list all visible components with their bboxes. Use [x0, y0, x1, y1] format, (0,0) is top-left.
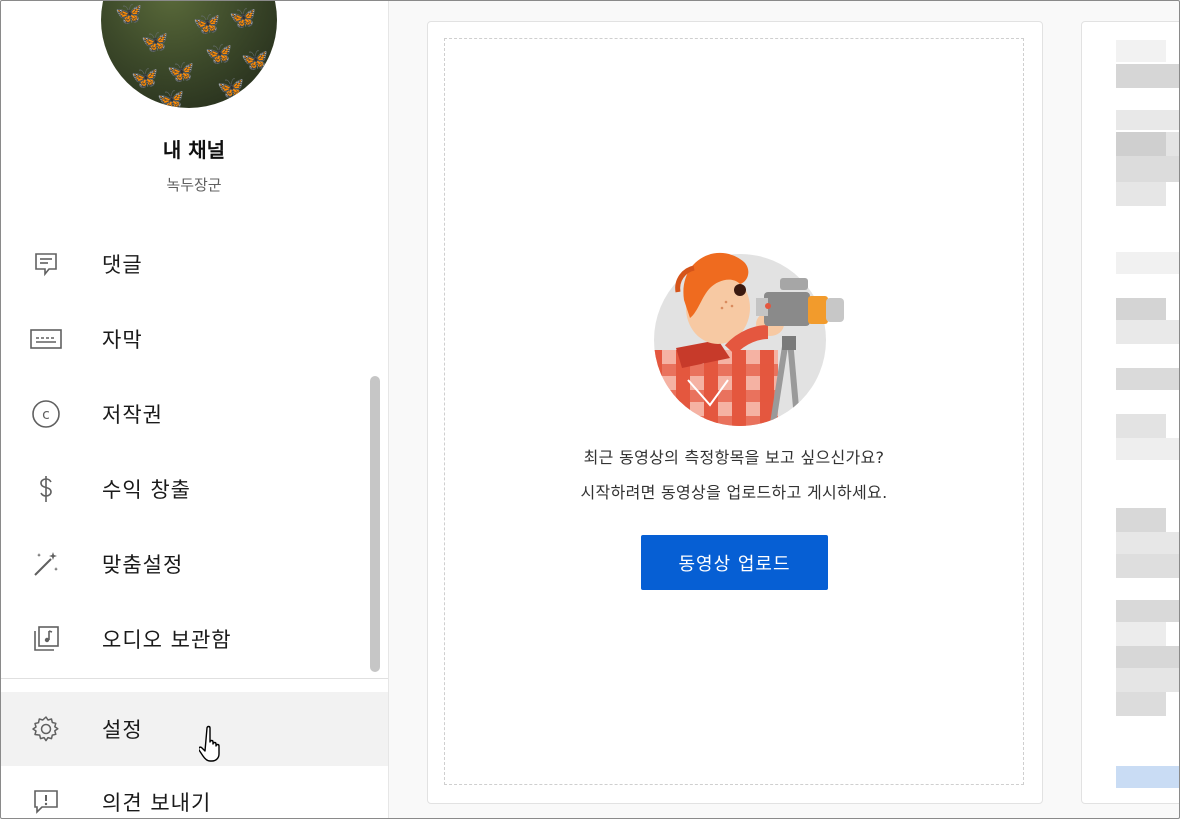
- empty-state-message-line1: 최근 동영상의 측정항목을 보고 싶으신가요?: [583, 448, 885, 467]
- sidebar-item-label: 설정: [102, 718, 143, 742]
- copyright-icon: c: [30, 398, 62, 430]
- upload-video-button[interactable]: 동영상 업로드: [641, 535, 828, 590]
- sidebar-item-feedback[interactable]: 의견 보내기: [0, 772, 388, 819]
- sidebar-item-copyright[interactable]: c 저작권: [0, 384, 388, 444]
- sidebar-scrollbar[interactable]: [370, 376, 380, 672]
- svg-text:c: c: [42, 407, 50, 423]
- sidebar-divider: [0, 678, 388, 679]
- sidebar-item-label: 댓글: [102, 253, 143, 277]
- gear-icon: [30, 713, 62, 745]
- sidebar-item-label: 의견 보내기: [102, 791, 212, 815]
- audio-library-icon: [30, 623, 62, 655]
- sidebar-item-comments[interactable]: 댓글: [0, 234, 388, 294]
- sidebar-item-label: 수익 창출: [102, 478, 191, 502]
- dollar-icon: [30, 473, 62, 505]
- sidebar-item-settings[interactable]: 설정: [0, 692, 388, 766]
- channel-title: 내 채널: [162, 138, 226, 162]
- sidebar-item-label: 자막: [102, 328, 143, 352]
- magic-wand-icon: [30, 548, 62, 580]
- empty-state-message-line2: 시작하려면 동영상을 업로드하고 게시하세요.: [580, 483, 888, 502]
- feedback-icon: [30, 786, 62, 818]
- hand-cursor-icon: [199, 725, 220, 762]
- sidebar-item-customization[interactable]: 맞춤설정: [0, 534, 388, 594]
- comment-icon: [30, 248, 62, 280]
- sidebar-item-label: 오디오 보관함: [102, 628, 232, 652]
- sidebar-item-monetization[interactable]: 수익 창출: [0, 459, 388, 519]
- sidebar-item-subtitles[interactable]: 자막: [0, 309, 388, 369]
- sidebar-item-label: 저작권: [102, 403, 163, 427]
- blurred-side-card: [1081, 21, 1180, 804]
- sidebar: 🦋 🦋 🦋 🦋 🦋 🦋 🦋 🦋 🦋 🦋 내 채널 녹두장군 댓글 자막 c 저작…: [0, 0, 389, 819]
- subtitles-icon: [30, 323, 62, 355]
- channel-avatar[interactable]: 🦋 🦋 🦋 🦋 🦋 🦋 🦋 🦋 🦋 🦋: [101, 0, 277, 108]
- sidebar-item-audio-library[interactable]: 오디오 보관함: [0, 609, 388, 669]
- videographer-illustration: [654, 252, 844, 426]
- channel-name: 녹두장군: [166, 176, 222, 194]
- sidebar-item-label: 맞춤설정: [102, 553, 184, 577]
